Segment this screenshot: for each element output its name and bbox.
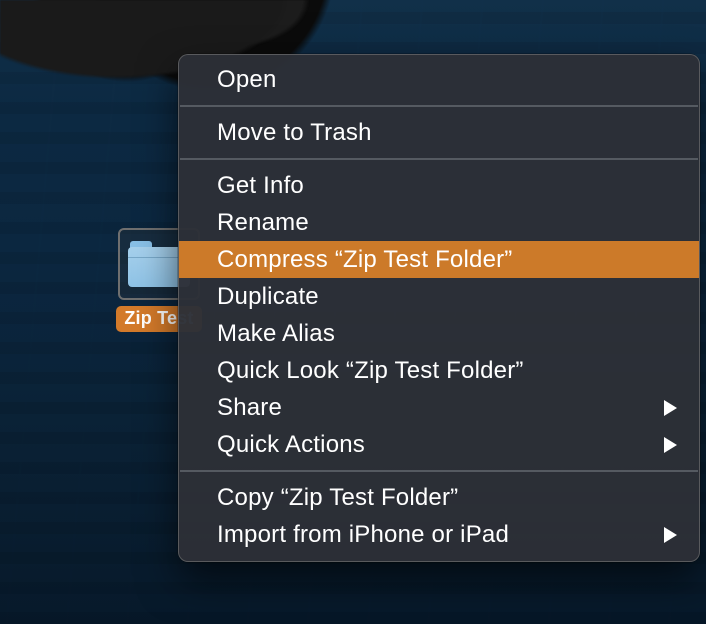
menu-item-label: Rename — [217, 211, 309, 235]
menu-item-label: Quick Actions — [217, 433, 365, 457]
menu-item-quick-look[interactable]: Quick Look “Zip Test Folder” — [179, 352, 699, 389]
submenu-arrow-icon — [664, 437, 677, 453]
menu-item-label: Import from iPhone or iPad — [217, 523, 509, 547]
menu-item-label: Make Alias — [217, 322, 335, 346]
menu-item-duplicate[interactable]: Duplicate — [179, 278, 699, 315]
menu-item-label: Share — [217, 396, 282, 420]
menu-item-label: Move to Trash — [217, 121, 372, 145]
menu-item-label: Get Info — [217, 174, 304, 198]
menu-item-move-to-trash[interactable]: Move to Trash — [179, 114, 699, 151]
menu-item-make-alias[interactable]: Make Alias — [179, 315, 699, 352]
submenu-arrow-icon — [664, 527, 677, 543]
menu-item-label: Compress “Zip Test Folder” — [217, 248, 513, 272]
menu-item-get-info[interactable]: Get Info — [179, 167, 699, 204]
menu-separator — [180, 105, 698, 107]
menu-item-share[interactable]: Share — [179, 389, 699, 426]
menu-item-label: Quick Look “Zip Test Folder” — [217, 359, 524, 383]
menu-separator — [180, 158, 698, 160]
menu-item-quick-actions[interactable]: Quick Actions — [179, 426, 699, 463]
menu-item-import-from-iphone-or-ipad[interactable]: Import from iPhone or iPad — [179, 516, 699, 553]
menu-item-open[interactable]: Open — [179, 61, 699, 98]
menu-item-compress[interactable]: Compress “Zip Test Folder” — [179, 241, 699, 278]
menu-item-label: Copy “Zip Test Folder” — [217, 486, 458, 510]
menu-item-label: Duplicate — [217, 285, 319, 309]
menu-item-rename[interactable]: Rename — [179, 204, 699, 241]
menu-item-copy[interactable]: Copy “Zip Test Folder” — [179, 479, 699, 516]
submenu-arrow-icon — [664, 400, 677, 416]
menu-item-label: Open — [217, 68, 277, 92]
context-menu: Open Move to Trash Get Info Rename Compr… — [178, 54, 700, 562]
menu-separator — [180, 470, 698, 472]
